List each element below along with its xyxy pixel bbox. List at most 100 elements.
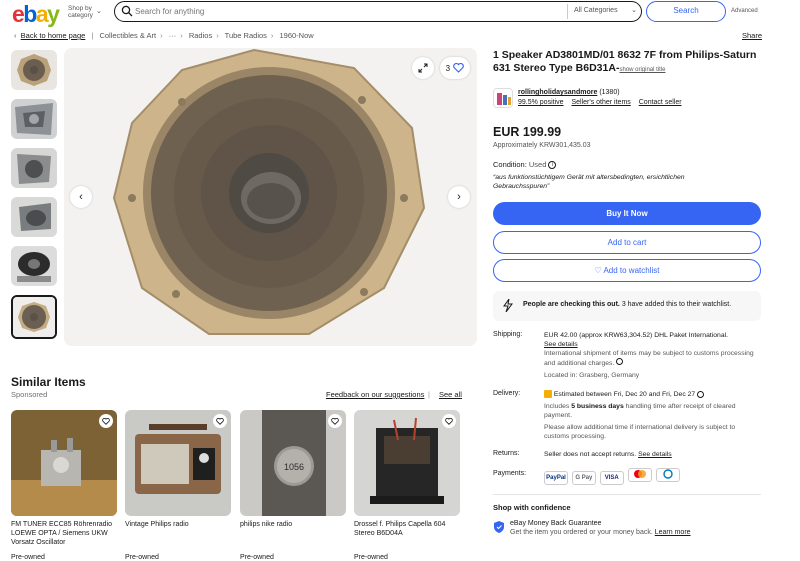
breadcrumb-item[interactable]: Radios bbox=[189, 31, 212, 40]
search-icon bbox=[121, 5, 133, 17]
watch-count-button[interactable]: 3 bbox=[440, 57, 470, 79]
feedback-link[interactable]: Feedback on our suggestions bbox=[326, 390, 424, 399]
breadcrumb-separator: | bbox=[91, 31, 94, 40]
heart-icon[interactable] bbox=[442, 414, 456, 428]
thumbnail[interactable] bbox=[11, 99, 57, 139]
heart-icon[interactable] bbox=[213, 414, 227, 428]
seller-avatar[interactable] bbox=[493, 88, 513, 108]
breadcrumb-item[interactable]: Tube Radios bbox=[225, 31, 267, 40]
learn-more-link[interactable]: Learn more bbox=[655, 529, 691, 536]
similar-item-image: 1056 bbox=[240, 410, 346, 516]
shipping-details-link[interactable]: See details bbox=[544, 341, 578, 348]
ebay-logo[interactable]: ebay bbox=[12, 1, 60, 28]
share-link[interactable]: Share bbox=[742, 31, 762, 40]
breadcrumb-item[interactable]: Collectibles & Art bbox=[99, 31, 156, 40]
heart-icon[interactable] bbox=[99, 414, 113, 428]
info-icon[interactable]: i bbox=[548, 161, 557, 170]
thumbnail[interactable] bbox=[11, 148, 57, 188]
speaker-image bbox=[64, 48, 477, 346]
add-to-watchlist-label: Add to watchlist bbox=[603, 266, 660, 275]
similar-item-card[interactable]: 1056 philips nike radio Pre-owned bbox=[240, 410, 346, 561]
see-all-link[interactable]: See all bbox=[439, 390, 462, 399]
returns-info: Seller does not accept returns. See deta… bbox=[544, 451, 672, 458]
dial-label: 1056 bbox=[284, 462, 304, 472]
similar-item-condition: Pre-owned bbox=[11, 554, 45, 561]
chevron-left-icon: ‹ bbox=[79, 191, 83, 203]
similar-item-card[interactable]: Drossel f. Philips Capella 604 Stereo B6… bbox=[354, 410, 460, 561]
show-original-title-link[interactable]: show original title bbox=[619, 67, 665, 73]
heart-icon[interactable] bbox=[328, 414, 342, 428]
thumbnail[interactable] bbox=[11, 197, 57, 237]
similar-item-card[interactable]: FM TUNER ECC85 Röhrenradio LOEWE OPTA / … bbox=[11, 410, 117, 561]
main-product-image[interactable]: 3 ‹ › bbox=[64, 48, 477, 346]
heart-icon bbox=[453, 63, 465, 73]
chevron-down-icon[interactable]: ⌄ bbox=[96, 7, 102, 15]
breadcrumb-separator: › bbox=[216, 31, 219, 40]
seller-name-link[interactable]: rollingholidaysandmore bbox=[518, 89, 597, 96]
shipping-info: EUR 42.00 (approx KRW63,304.52) DHL Pake… bbox=[544, 331, 759, 380]
divider bbox=[493, 494, 761, 495]
visa-icon: VISA bbox=[599, 471, 624, 485]
breadcrumb-separator: › bbox=[180, 31, 183, 40]
breadcrumb: ‹ Back to home page | Collectibles & Art… bbox=[14, 31, 314, 40]
breadcrumb-item[interactable]: 1960-Now bbox=[280, 31, 314, 40]
thumbnail-selected[interactable] bbox=[11, 295, 57, 339]
returns-label: Returns: bbox=[493, 450, 520, 457]
thumbnail[interactable] bbox=[11, 50, 57, 90]
search-button[interactable]: Search bbox=[646, 1, 726, 22]
mastercard-icon bbox=[627, 468, 652, 482]
similar-item-title[interactable]: Drossel f. Philips Capella 604 Stereo B6… bbox=[354, 520, 460, 548]
expand-icon[interactable] bbox=[412, 57, 434, 79]
condition-label: Condition: bbox=[493, 160, 527, 169]
seller-other-items-link[interactable]: Seller's other items bbox=[571, 99, 630, 106]
similar-item-title[interactable]: philips nike radio bbox=[240, 520, 346, 548]
category-select[interactable]: All Categories ⌄ bbox=[567, 4, 641, 19]
similar-item-card[interactable]: Vintage Philips radio Pre-owned bbox=[125, 410, 231, 561]
delivery-estimate: Estimated between Fri, Dec 20 and Fri, D… bbox=[544, 390, 759, 399]
condition-value: Used bbox=[528, 160, 547, 169]
lightning-icon bbox=[503, 299, 513, 312]
similar-item-title[interactable]: Vintage Philips radio bbox=[125, 520, 231, 548]
breadcrumb-separator: › bbox=[270, 31, 274, 40]
diners-club-icon bbox=[655, 468, 680, 482]
alert-bold: People are checking this out. bbox=[523, 301, 620, 308]
seller-positive-link[interactable]: 99.5% positive bbox=[518, 99, 564, 106]
payment-methods: PayPal G Pay VISA bbox=[544, 468, 759, 485]
approx-price: Approximately KRW301,435.03 bbox=[493, 142, 591, 149]
back-to-home-link[interactable]: Back to home page bbox=[21, 31, 86, 40]
info-icon[interactable] bbox=[697, 390, 705, 398]
shipping-cost: EUR 42.00 (approx KRW63,304.52) DHL Pake… bbox=[544, 332, 728, 339]
calendar-icon bbox=[544, 390, 552, 399]
contact-seller-link[interactable]: Contact seller bbox=[639, 99, 682, 106]
shop-by-category[interactable]: Shop by category bbox=[68, 5, 98, 19]
similar-item-image bbox=[125, 410, 231, 516]
info-icon[interactable] bbox=[616, 358, 624, 365]
add-to-cart-button[interactable]: Add to cart bbox=[493, 231, 761, 254]
breadcrumb-item[interactable]: ··· bbox=[169, 31, 177, 40]
add-to-watchlist-button[interactable]: ♡ Add to watchlist bbox=[493, 259, 761, 282]
paypal-icon: PayPal bbox=[544, 471, 568, 485]
delivery-info: Estimated between Fri, Dec 20 and Fri, D… bbox=[544, 390, 759, 441]
previous-image-button[interactable]: ‹ bbox=[70, 186, 92, 208]
similar-item-condition: Pre-owned bbox=[125, 554, 159, 561]
returns-details-link[interactable]: See details bbox=[638, 451, 672, 458]
buy-it-now-button[interactable]: Buy It Now bbox=[493, 202, 761, 225]
item-location: Located in: Grasberg, Germany bbox=[544, 372, 640, 379]
alert-rest: 3 have added this to their watchlist. bbox=[621, 301, 732, 308]
search-input[interactable] bbox=[135, 4, 555, 18]
seller-feedback-count: (1380) bbox=[599, 89, 620, 96]
header: ebay Shop by category ⌄ All Categories⌄ … bbox=[0, 0, 800, 28]
similar-item-image bbox=[354, 410, 460, 516]
thumbnail[interactable] bbox=[11, 246, 57, 286]
back-arrow-icon[interactable]: ‹ bbox=[14, 31, 17, 40]
similar-items-heading: Similar Items bbox=[11, 375, 86, 389]
similar-item-title[interactable]: FM TUNER ECC85 Röhrenradio LOEWE OPTA / … bbox=[11, 520, 117, 548]
listing-title: 1 Speaker AD3801MD/01 8632 7F from Phili… bbox=[493, 49, 768, 77]
shield-icon bbox=[494, 521, 504, 533]
customs-note: Please allow additional time if internat… bbox=[544, 424, 736, 440]
next-image-button[interactable]: › bbox=[448, 186, 470, 208]
similar-item-condition: Pre-owned bbox=[354, 554, 388, 561]
advanced-search-link[interactable]: Advanced bbox=[731, 8, 758, 14]
seller-links: 99.5% positive Seller's other items Cont… bbox=[518, 99, 688, 106]
similar-item-image bbox=[11, 410, 117, 516]
